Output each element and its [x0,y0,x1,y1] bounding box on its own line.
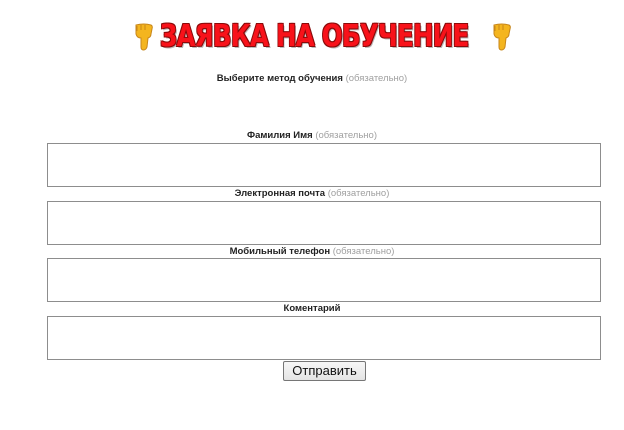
name-label: Фамилия Имя (обязательно) [0,130,624,142]
phone-label: Мобильный телефон (обязательно) [0,246,624,258]
comment-label: Коментарий [0,303,624,315]
method-label: Выберите метод обучения (обязательно) [0,73,624,85]
required-note: (обязательно) [327,188,390,199]
phone-input[interactable] [47,258,601,302]
hand-pointing-down-icon [493,23,511,51]
comment-textarea[interactable] [47,316,601,360]
comment-label-text: Коментарий [283,303,341,314]
method-label-text: Выберите метод обучения [216,73,343,84]
required-note: (обязательно) [332,246,395,257]
required-note: (обязательно) [315,130,377,141]
email-label: Электронная почта (обязательно) [0,188,624,200]
email-label-text: Электронная почта [234,188,326,199]
email-input[interactable] [47,201,601,245]
name-input[interactable] [47,143,601,187]
required-note: (обязательно) [345,73,408,84]
submit-button[interactable]: Отправить [283,361,366,381]
name-label-text: Фамилия Имя [246,130,313,141]
form-header: ЗАЯВКА НА ОБУЧЕНИЕ [0,16,624,60]
phone-label-text: Мобильный телефон [229,246,331,257]
